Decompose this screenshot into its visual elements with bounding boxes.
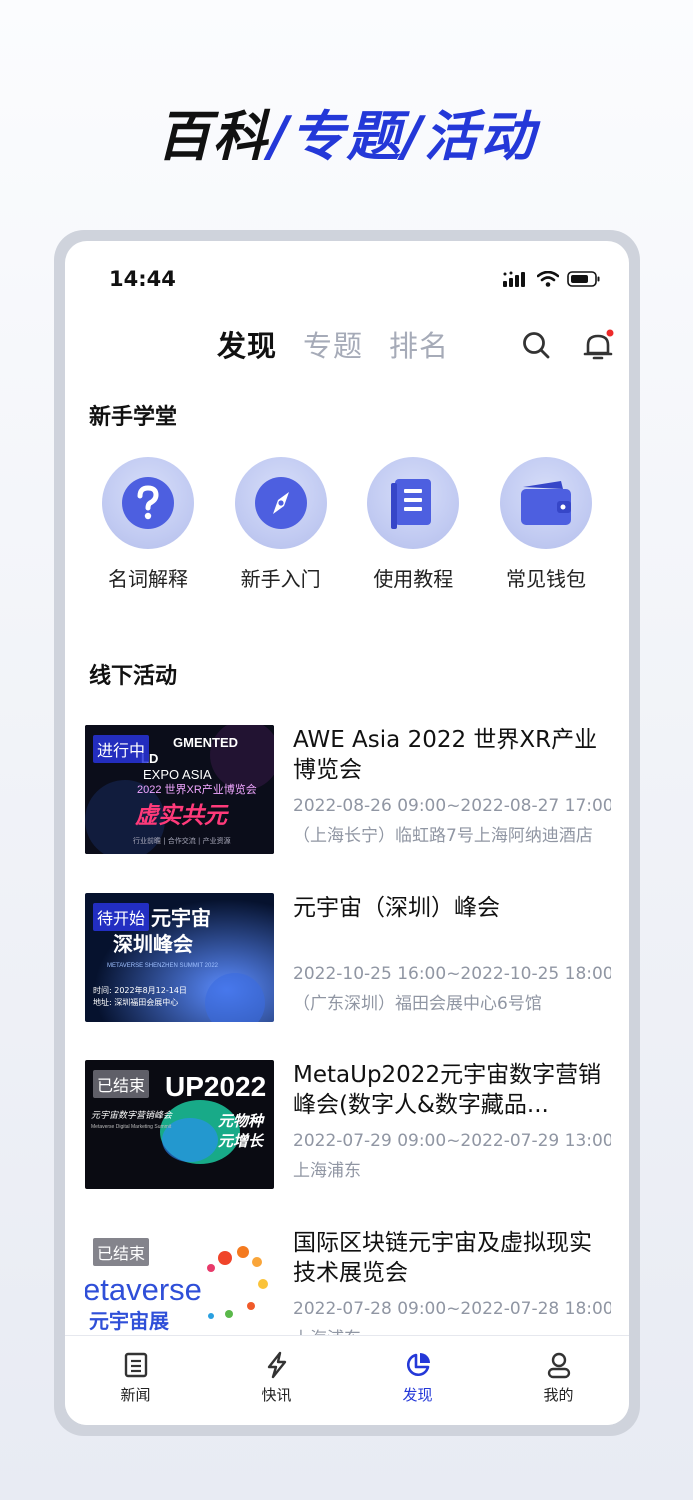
nav-item-flash[interactable]: 快讯 bbox=[206, 1336, 347, 1425]
status-icons bbox=[503, 271, 601, 287]
nav-label: 我的 bbox=[543, 1386, 574, 1404]
poster-line: etaverse bbox=[85, 1272, 202, 1307]
event-location: （广东深圳）福田会展中心6号馆 bbox=[293, 994, 542, 1014]
poster-line: 虚实共元 bbox=[135, 803, 229, 829]
promo-part-events: 活动 bbox=[424, 105, 537, 168]
event-thumbnail: 元宇宙 深圳峰会 METAVERSE SHENZHEN SUMMIT 2022 … bbox=[85, 893, 274, 1022]
beginner-guide-row: 名词解释 新手入门 使用教程 常见钱包 bbox=[83, 457, 611, 592]
cellular-signal-icon bbox=[503, 271, 525, 287]
book-icon bbox=[391, 479, 432, 529]
poster-line: 元宇宙 bbox=[151, 906, 211, 930]
poster-line: 元宇宙数字营销峰会 bbox=[91, 1110, 173, 1121]
promo-part-topics: 专题 bbox=[290, 105, 403, 168]
discover-icon bbox=[406, 1353, 430, 1376]
event-location: 上海浦东 bbox=[293, 1161, 361, 1181]
search-icon[interactable] bbox=[520, 329, 552, 361]
event-time: 2022-10-25 16:00~2022-10-25 18:00 bbox=[293, 964, 611, 984]
event-status-badge: 待开始 bbox=[93, 903, 150, 931]
tab-topics[interactable]: 专题 bbox=[303, 323, 363, 365]
status-time: 14:44 bbox=[109, 267, 176, 291]
tab-discover[interactable]: 发现 bbox=[217, 323, 277, 365]
wifi-icon bbox=[537, 271, 559, 287]
compass-icon bbox=[254, 477, 307, 529]
poster-line: 深圳峰会 bbox=[113, 932, 193, 956]
promo-part-encyclopedia: 百科 bbox=[156, 105, 269, 168]
event-status-badge: 已结束 bbox=[93, 1070, 150, 1098]
event-title: MetaUp2022元宇宙数字营销峰会(数字人&数字藏品... bbox=[293, 1062, 602, 1118]
poster-line: EXPO ASIA bbox=[143, 767, 212, 782]
event-title: 元宇宙（深圳）峰会 bbox=[293, 895, 500, 921]
poster-line: Metaverse Digital Marketing Summit bbox=[91, 1124, 172, 1130]
beginner-section-title: 新手学堂 bbox=[89, 405, 178, 430]
bell-icon[interactable] bbox=[582, 329, 614, 361]
event-time: 2022-08-26 09:00~2022-08-27 17:00 bbox=[293, 796, 611, 816]
nav-label: 新闻 bbox=[120, 1386, 151, 1404]
bottom-nav: 新闻 快讯 发现 我的 bbox=[65, 1335, 629, 1425]
guide-item-glossary[interactable]: 名词解释 bbox=[83, 457, 213, 592]
guide-item-tutorial[interactable]: 使用教程 bbox=[348, 457, 478, 592]
promo-slash: / bbox=[268, 105, 291, 168]
notification-dot bbox=[606, 329, 614, 337]
event-status-badge: 进行中 bbox=[93, 735, 150, 763]
tab-ranking[interactable]: 排名 bbox=[389, 323, 449, 365]
wallet-icon bbox=[520, 481, 571, 525]
poster-line: GMENTED bbox=[173, 735, 238, 750]
poster-line: METAVERSE SHENZHEN SUMMIT 2022 bbox=[107, 963, 219, 969]
event-title: AWE Asia 2022 世界XR产业博览会 bbox=[293, 727, 598, 783]
poster-line: 2022 世界XR产业博览会 bbox=[137, 782, 257, 796]
phone-frame: 14:44 发现 专题 排名 新手学堂 名词解释 新手入门 使用教程 常见钱包 … bbox=[54, 230, 640, 1436]
flash-icon bbox=[267, 1351, 286, 1379]
event-card[interactable]: UP2022 元宇宙数字营销峰会 Metaverse Digital Marke… bbox=[85, 1060, 611, 1190]
nav-label: 快讯 bbox=[261, 1386, 292, 1404]
event-time: 2022-07-28 09:00~2022-07-28 18:00 bbox=[293, 1299, 611, 1319]
poster-line: 地址: 深圳福田会展中心 bbox=[93, 997, 178, 1007]
event-time: 2022-07-29 09:00~2022-07-29 13:00 bbox=[293, 1131, 611, 1151]
event-card[interactable]: 元宇宙 深圳峰会 METAVERSE SHENZHEN SUMMIT 2022 … bbox=[85, 893, 611, 1023]
profile-icon bbox=[547, 1352, 570, 1379]
battery-icon bbox=[567, 271, 600, 287]
promo-headline: 百科/专题/活动 bbox=[0, 92, 693, 171]
nav-label: 发现 bbox=[402, 1386, 433, 1404]
poster-line: 行业前瞻 | 合作交流 | 产业资源 bbox=[133, 836, 231, 845]
poster-line: 元宇宙展 bbox=[89, 1309, 169, 1333]
event-thumbnail: GMENTED LD EXPO ASIA 2022 世界XR产业博览会 虚实共元… bbox=[85, 725, 274, 854]
poster-line: 时间: 2022年8月12-14日 bbox=[93, 985, 187, 995]
poster-line: UP2022 bbox=[165, 1071, 266, 1102]
event-thumbnail: UP2022 元宇宙数字营销峰会 Metaverse Digital Marke… bbox=[85, 1060, 274, 1189]
nav-item-profile[interactable]: 我的 bbox=[488, 1336, 629, 1425]
guide-item-getting-started[interactable]: 新手入门 bbox=[216, 457, 346, 592]
event-location: （上海长宁）临虹路7号上海阿纳迪酒店 bbox=[293, 826, 593, 846]
phone-screen: 14:44 发现 专题 排名 新手学堂 名词解释 新手入门 使用教程 常见钱包 … bbox=[65, 241, 629, 1425]
poster-line: 元增长 bbox=[218, 1132, 265, 1150]
news-icon bbox=[124, 1352, 147, 1378]
nav-item-news[interactable]: 新闻 bbox=[65, 1336, 206, 1425]
event-card[interactable]: GMENTED LD EXPO ASIA 2022 世界XR产业博览会 虚实共元… bbox=[85, 725, 611, 855]
top-tabs: 发现 专题 排名 bbox=[217, 323, 449, 365]
guide-label: 新手入门 bbox=[240, 567, 321, 591]
event-title: 国际区块链元宇宙及虚拟现实技术展览会 bbox=[293, 1230, 592, 1286]
poster-line: 元物种 bbox=[218, 1112, 265, 1130]
offline-events-title: 线下活动 bbox=[89, 664, 178, 689]
guide-item-wallets[interactable]: 常见钱包 bbox=[481, 457, 611, 592]
event-status-badge: 已结束 bbox=[93, 1238, 150, 1266]
guide-label: 名词解释 bbox=[108, 567, 188, 591]
question-icon bbox=[122, 477, 174, 529]
guide-label: 使用教程 bbox=[373, 567, 454, 591]
promo-slash: / bbox=[402, 105, 425, 168]
nav-item-discover[interactable]: 发现 bbox=[347, 1336, 488, 1425]
status-bar: 14:44 bbox=[109, 267, 601, 297]
guide-label: 常见钱包 bbox=[505, 567, 586, 591]
